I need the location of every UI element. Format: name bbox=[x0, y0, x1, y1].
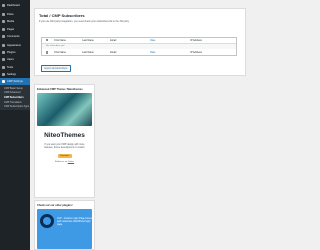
subscribers-table: First Name Last Name Email Date IP Addre… bbox=[41, 36, 237, 57]
promo-theme-image[interactable] bbox=[37, 93, 92, 126]
sidebar-item-appearance[interactable]: Appearance bbox=[0, 42, 30, 49]
media-icon bbox=[2, 20, 5, 24]
promo-footer: Follow us on Twitter bbox=[35, 161, 94, 163]
column-first-name[interactable]: First Name bbox=[54, 39, 82, 42]
promo-heading: Enhanced CMP Theme / Niteothemes bbox=[37, 87, 83, 91]
footer-date[interactable]: Date bbox=[150, 51, 190, 54]
promo-description: If you want your CMP design with more fe… bbox=[44, 144, 85, 150]
brush-icon bbox=[2, 44, 5, 48]
footer-first-name[interactable]: First Name bbox=[54, 51, 82, 54]
pin-icon bbox=[2, 13, 5, 17]
admin-sidebar: Dashboard Posts Media Pages Comments App… bbox=[0, 0, 30, 250]
twitter-link[interactable]: Twitter bbox=[68, 161, 74, 163]
plugins-promo-box: Check out our other plugins! CLP - Custo… bbox=[34, 200, 95, 250]
export-subscribers-button[interactable]: Export all subscribers bbox=[41, 65, 71, 73]
column-email[interactable]: Email bbox=[110, 39, 150, 42]
sidebar-item-posts[interactable]: Posts bbox=[0, 11, 30, 18]
sidebar-item-pages[interactable]: Pages bbox=[0, 26, 30, 33]
settings-icon bbox=[2, 72, 5, 76]
table-footer-row: First Name Last Name Email Date IP Addre… bbox=[42, 49, 236, 55]
sidebar-item-comments[interactable]: Comments bbox=[0, 33, 30, 40]
cmp-icon bbox=[2, 79, 5, 83]
clp-logo-icon bbox=[40, 214, 54, 228]
plugins-promo-heading: Check out our other plugins! bbox=[37, 203, 73, 207]
submenu-subscription-apps[interactable]: CMP Subscription Apps bbox=[0, 104, 30, 109]
sidebar-item-users[interactable]: Users bbox=[0, 56, 30, 63]
dashboard-icon bbox=[2, 4, 5, 8]
wp-admin-page: Dashboard Posts Media Pages Comments App… bbox=[0, 0, 250, 250]
select-all-checkbox[interactable] bbox=[45, 38, 49, 42]
footer-last-name[interactable]: Last Name bbox=[82, 51, 110, 54]
sidebar-item-media[interactable]: Media bbox=[0, 18, 30, 25]
sidebar-item-settings[interactable]: Settings bbox=[0, 71, 30, 78]
page-icon bbox=[2, 27, 5, 31]
cmp-submenu: CMP Basic Setup CMP Advanced CMP Subscri… bbox=[0, 85, 30, 111]
follow-text: Follow us on bbox=[54, 161, 68, 164]
theme-promo-box: Enhanced CMP Theme / Niteothemes NiteoTh… bbox=[34, 84, 95, 198]
clp-plugin-banner[interactable]: CLP - Custom Login Page Access and custo… bbox=[37, 209, 92, 249]
sidebar-item-plugins[interactable]: Plugins bbox=[0, 49, 30, 56]
sidebar-item-cmp-settings[interactable]: CMP Settings bbox=[0, 77, 30, 86]
column-date[interactable]: Date bbox=[150, 39, 190, 42]
purchase-button[interactable]: Purchase bbox=[57, 154, 72, 159]
footer-ip-address[interactable]: IP Address bbox=[190, 51, 230, 54]
select-all-checkbox-footer[interactable] bbox=[45, 50, 49, 54]
subscribers-panel: Total / CMP Subscribers If you use third… bbox=[34, 8, 246, 76]
plug-icon bbox=[2, 51, 5, 55]
page-title: Total / CMP Subscribers bbox=[39, 13, 85, 18]
niteothemes-logo: NiteoThemes bbox=[44, 132, 85, 139]
sidebar-item-tools[interactable]: Tools bbox=[0, 64, 30, 71]
comment-icon bbox=[2, 34, 5, 38]
wrench-icon bbox=[2, 65, 5, 69]
sidebar-item-dashboard[interactable]: Dashboard bbox=[0, 2, 30, 9]
column-last-name[interactable]: Last Name bbox=[82, 39, 110, 42]
clp-banner-text: CLP - Custom Login Page Access and custo… bbox=[57, 217, 92, 227]
column-ip-address[interactable]: IP Address bbox=[190, 39, 230, 42]
footer-email[interactable]: Email bbox=[110, 51, 150, 54]
page-description: If you use third party integration, you … bbox=[39, 19, 129, 23]
main-content: Total / CMP Subscribers If you use third… bbox=[34, 8, 246, 76]
user-icon bbox=[2, 58, 5, 62]
